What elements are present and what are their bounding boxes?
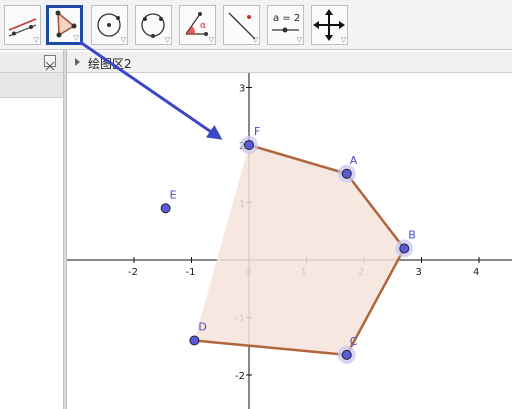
circle-center-point-tool-button[interactable]: ▽ [91, 5, 128, 45]
angle-glyph: α [200, 21, 206, 31]
y-tick-label: 3 [239, 84, 245, 95]
x-tick-label: -2 [128, 267, 138, 278]
tool-menu-triangle-icon: ▽ [296, 36, 302, 44]
perpendicular-tool-button[interactable]: ▽ [223, 5, 260, 45]
close-icon[interactable] [44, 55, 56, 71]
point-f-label: F [254, 125, 260, 138]
point-e[interactable] [160, 203, 171, 214]
y-tick-label: -2 [235, 371, 245, 382]
point-c[interactable] [341, 349, 352, 360]
slider-tool-button[interactable]: a = 2 ▽ [267, 5, 304, 45]
graphics-canvas[interactable]: -2-101234321-1-2 FABCDE [67, 73, 512, 409]
collapse-triangle-icon[interactable] [75, 58, 80, 66]
angle-tool-button[interactable]: α ▽ [179, 5, 216, 45]
graphics-view-title: 绘图区2 [88, 57, 132, 71]
tool-menu-triangle-icon: ▽ [164, 36, 170, 44]
tool-menu-triangle-icon: ▽ [208, 36, 214, 44]
point-e-label: E [170, 188, 177, 201]
point-b-label: B [408, 229, 416, 242]
algebra-view-toolbar [0, 73, 64, 98]
line-tool-button[interactable]: ▽ [4, 5, 41, 45]
x-tick-label: 3 [416, 267, 422, 278]
tool-menu-triangle-icon: ▽ [120, 36, 126, 44]
polygon-tool-button[interactable]: ▽ [46, 5, 83, 45]
point-a-label: A [350, 154, 358, 167]
graphics-view-header [67, 52, 512, 73]
point-c-label: C [350, 335, 358, 348]
circle-three-points-tool-button[interactable]: ▽ [135, 5, 172, 45]
polygon[interactable] [194, 143, 406, 357]
point-f[interactable] [244, 140, 254, 150]
point-a[interactable] [341, 168, 352, 179]
x-tick-label: 4 [473, 267, 479, 278]
tool-menu-triangle-icon: ▽ [252, 36, 258, 44]
point-b[interactable] [399, 243, 410, 254]
tool-menu-triangle-icon: ▽ [33, 36, 39, 44]
move-view-tool-button[interactable]: ▽ [311, 5, 348, 45]
point-d-label: D [198, 321, 206, 334]
slider-label: a = 2 [273, 13, 300, 24]
tool-menu-triangle-icon: ▽ [340, 36, 346, 44]
polygon-fill[interactable] [194, 145, 405, 355]
toolbar: ▽ ▽ ▽ ▽ α ▽ ▽ a = 2 ▽ ▽ [0, 0, 512, 50]
point-d[interactable] [189, 335, 200, 346]
x-tick-label: -1 [186, 267, 196, 278]
tool-menu-triangle-icon: ▽ [73, 34, 79, 42]
